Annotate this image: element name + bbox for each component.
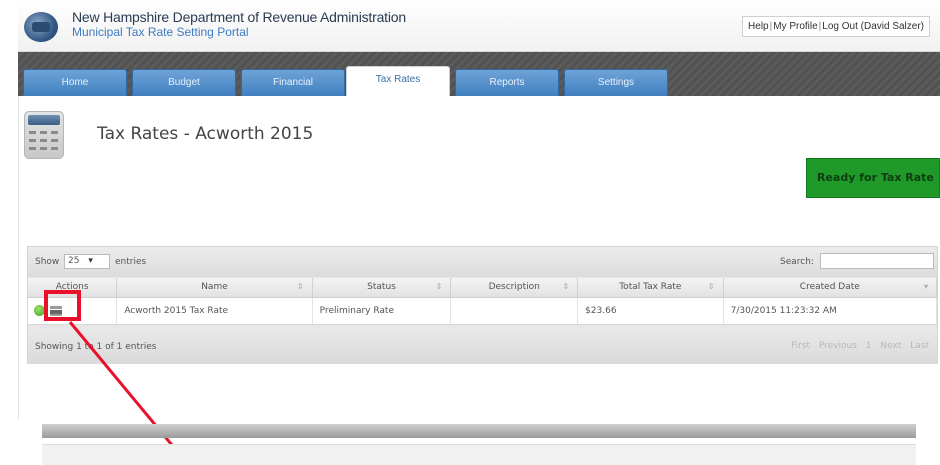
- bottom-bar: [42, 424, 916, 438]
- arrow-line: [68, 321, 188, 463]
- annotation-arrow: [68, 321, 188, 463]
- bottom-bar-light: [42, 444, 916, 465]
